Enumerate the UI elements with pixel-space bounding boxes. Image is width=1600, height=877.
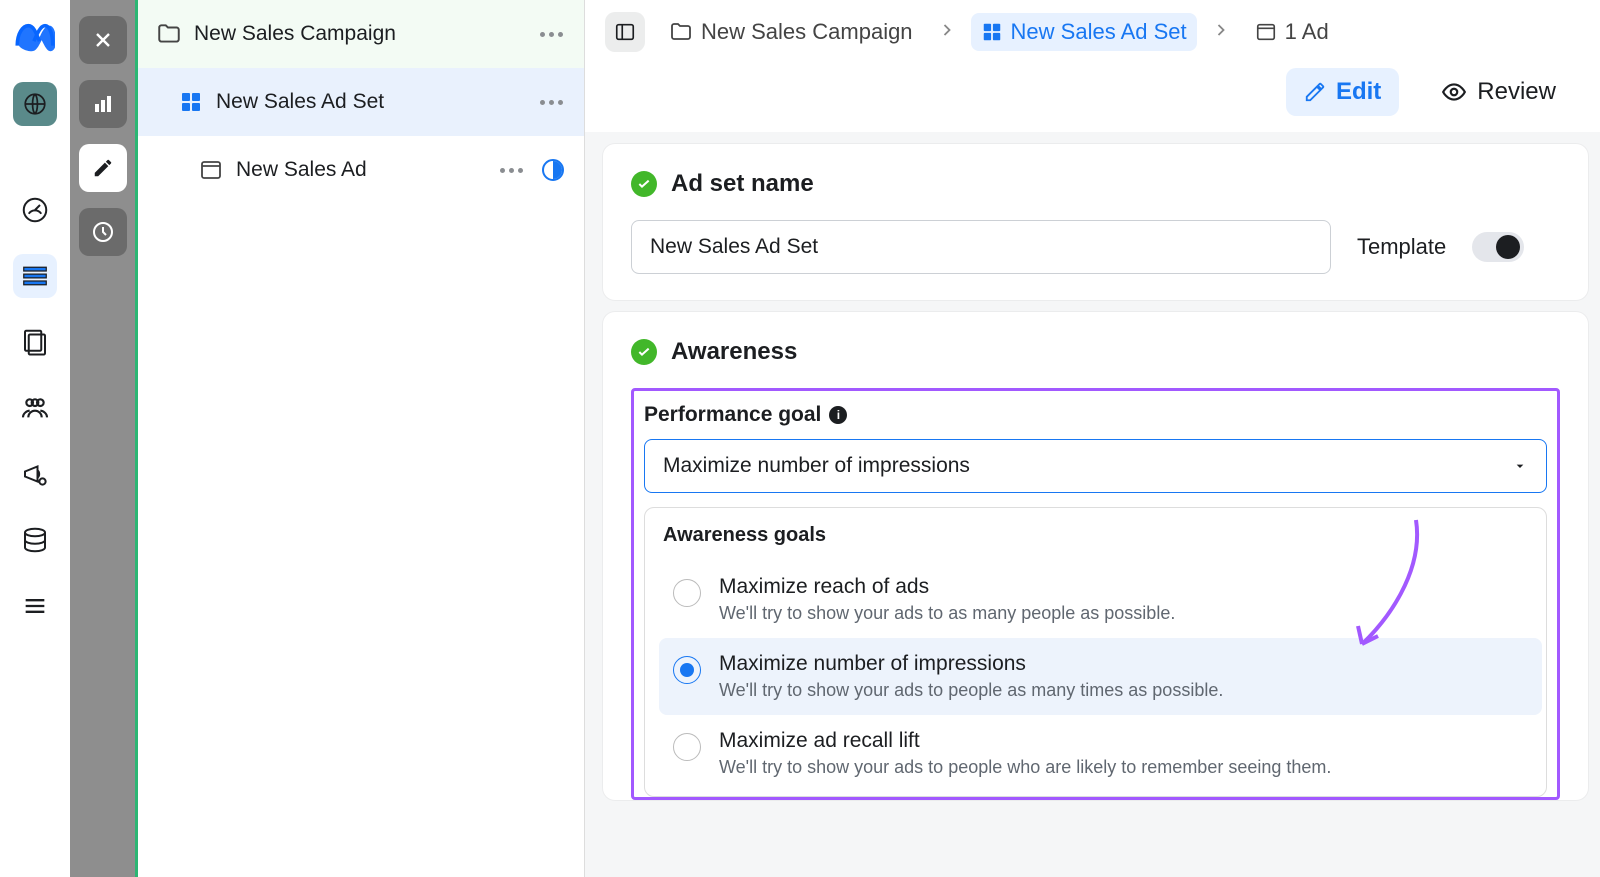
megaphone-icon[interactable] bbox=[13, 452, 57, 496]
editor-tools-column bbox=[70, 0, 135, 877]
history-button[interactable] bbox=[79, 208, 127, 256]
more-icon[interactable] bbox=[536, 32, 566, 37]
tree-campaign-row[interactable]: New Sales Campaign bbox=[138, 0, 584, 68]
goal-option-recall[interactable]: Maximize ad recall lift We'll try to sho… bbox=[659, 715, 1542, 792]
caret-down-icon bbox=[1512, 458, 1528, 474]
tree-adset-label: New Sales Ad Set bbox=[216, 90, 536, 114]
goal-option-title: Maximize reach of ads bbox=[719, 575, 1175, 599]
chart-button[interactable] bbox=[79, 80, 127, 128]
breadcrumb-campaign[interactable]: New Sales Campaign bbox=[659, 13, 923, 51]
campaign-tree-panel: New Sales Campaign New Sales Ad Set New … bbox=[135, 0, 585, 877]
breadcrumb-ad-label: 1 Ad bbox=[1285, 19, 1329, 45]
review-button[interactable]: Review bbox=[1423, 68, 1574, 116]
edit-button-label: Edit bbox=[1336, 78, 1381, 106]
more-icon[interactable] bbox=[536, 100, 566, 105]
billing-icon[interactable] bbox=[13, 518, 57, 562]
breadcrumb-campaign-label: New Sales Campaign bbox=[701, 19, 913, 45]
goal-option-reach[interactable]: Maximize reach of ads We'll try to show … bbox=[659, 561, 1542, 638]
goal-option-title: Maximize number of impressions bbox=[719, 652, 1223, 676]
tree-adset-row[interactable]: New Sales Ad Set bbox=[138, 68, 584, 136]
breadcrumb-bar: New Sales Campaign New Sales Ad Set 1 Ad bbox=[585, 0, 1600, 60]
table-icon[interactable] bbox=[13, 254, 57, 298]
adset-name-card: Ad set name Template bbox=[603, 144, 1588, 300]
awareness-title: Awareness bbox=[671, 338, 797, 366]
template-toggle[interactable] bbox=[1472, 232, 1524, 262]
tree-ad-label: New Sales Ad bbox=[236, 158, 496, 182]
radio-icon bbox=[673, 733, 701, 761]
goal-option-desc: We'll try to show your ads to people who… bbox=[719, 757, 1331, 778]
radio-icon bbox=[673, 579, 701, 607]
breadcrumb-ad[interactable]: 1 Ad bbox=[1245, 13, 1339, 51]
adset-name-input[interactable] bbox=[631, 220, 1331, 274]
panel-toggle-button[interactable] bbox=[605, 12, 645, 52]
goal-option-impressions[interactable]: Maximize number of impressions We'll try… bbox=[659, 638, 1542, 715]
edit-button[interactable]: Edit bbox=[1286, 68, 1399, 116]
breadcrumb-adset[interactable]: New Sales Ad Set bbox=[971, 13, 1197, 51]
chevron-right-icon bbox=[937, 20, 957, 45]
folder-icon bbox=[156, 21, 182, 47]
review-button-label: Review bbox=[1477, 78, 1556, 106]
goal-option-title: Maximize ad recall lift bbox=[719, 729, 1331, 753]
menu-icon[interactable] bbox=[13, 584, 57, 628]
adset-icon bbox=[178, 89, 204, 115]
awareness-card: Awareness Performance goal i Maximize nu… bbox=[603, 312, 1588, 800]
info-icon[interactable]: i bbox=[829, 406, 847, 424]
edit-tool-button[interactable] bbox=[79, 144, 127, 192]
close-button[interactable] bbox=[79, 16, 127, 64]
breadcrumb-adset-label: New Sales Ad Set bbox=[1011, 19, 1187, 45]
action-row: Edit Review bbox=[585, 60, 1600, 132]
goal-options-heading: Awareness goals bbox=[663, 524, 1542, 547]
template-label: Template bbox=[1357, 234, 1446, 260]
performance-goal-label: Performance goal bbox=[644, 403, 821, 427]
main-content: New Sales Campaign New Sales Ad Set 1 Ad… bbox=[585, 0, 1600, 877]
globe-icon[interactable] bbox=[13, 82, 57, 126]
radio-icon bbox=[673, 656, 701, 684]
adset-name-title: Ad set name bbox=[671, 170, 814, 198]
tree-ad-row[interactable]: New Sales Ad bbox=[138, 136, 584, 204]
audiences-icon[interactable] bbox=[13, 386, 57, 430]
main-nav-rail bbox=[0, 0, 70, 877]
more-icon[interactable] bbox=[496, 168, 526, 173]
chevron-right-icon bbox=[1211, 20, 1231, 45]
status-half-icon bbox=[540, 159, 566, 181]
check-circle-icon bbox=[631, 339, 657, 365]
check-circle-icon bbox=[631, 171, 657, 197]
ad-icon bbox=[198, 157, 224, 183]
dropdown-value: Maximize number of impressions bbox=[663, 454, 970, 478]
pages-icon[interactable] bbox=[13, 320, 57, 364]
tree-campaign-label: New Sales Campaign bbox=[194, 22, 536, 46]
meta-logo[interactable] bbox=[14, 18, 56, 60]
goal-options-list: Awareness goals Maximize reach of ads We… bbox=[644, 507, 1547, 797]
gauge-icon[interactable] bbox=[13, 188, 57, 232]
goal-option-desc: We'll try to show your ads to people as … bbox=[719, 680, 1223, 701]
performance-goal-block: Performance goal i Maximize number of im… bbox=[631, 388, 1560, 800]
performance-goal-dropdown[interactable]: Maximize number of impressions bbox=[644, 439, 1547, 493]
goal-option-desc: We'll try to show your ads to as many pe… bbox=[719, 603, 1175, 624]
